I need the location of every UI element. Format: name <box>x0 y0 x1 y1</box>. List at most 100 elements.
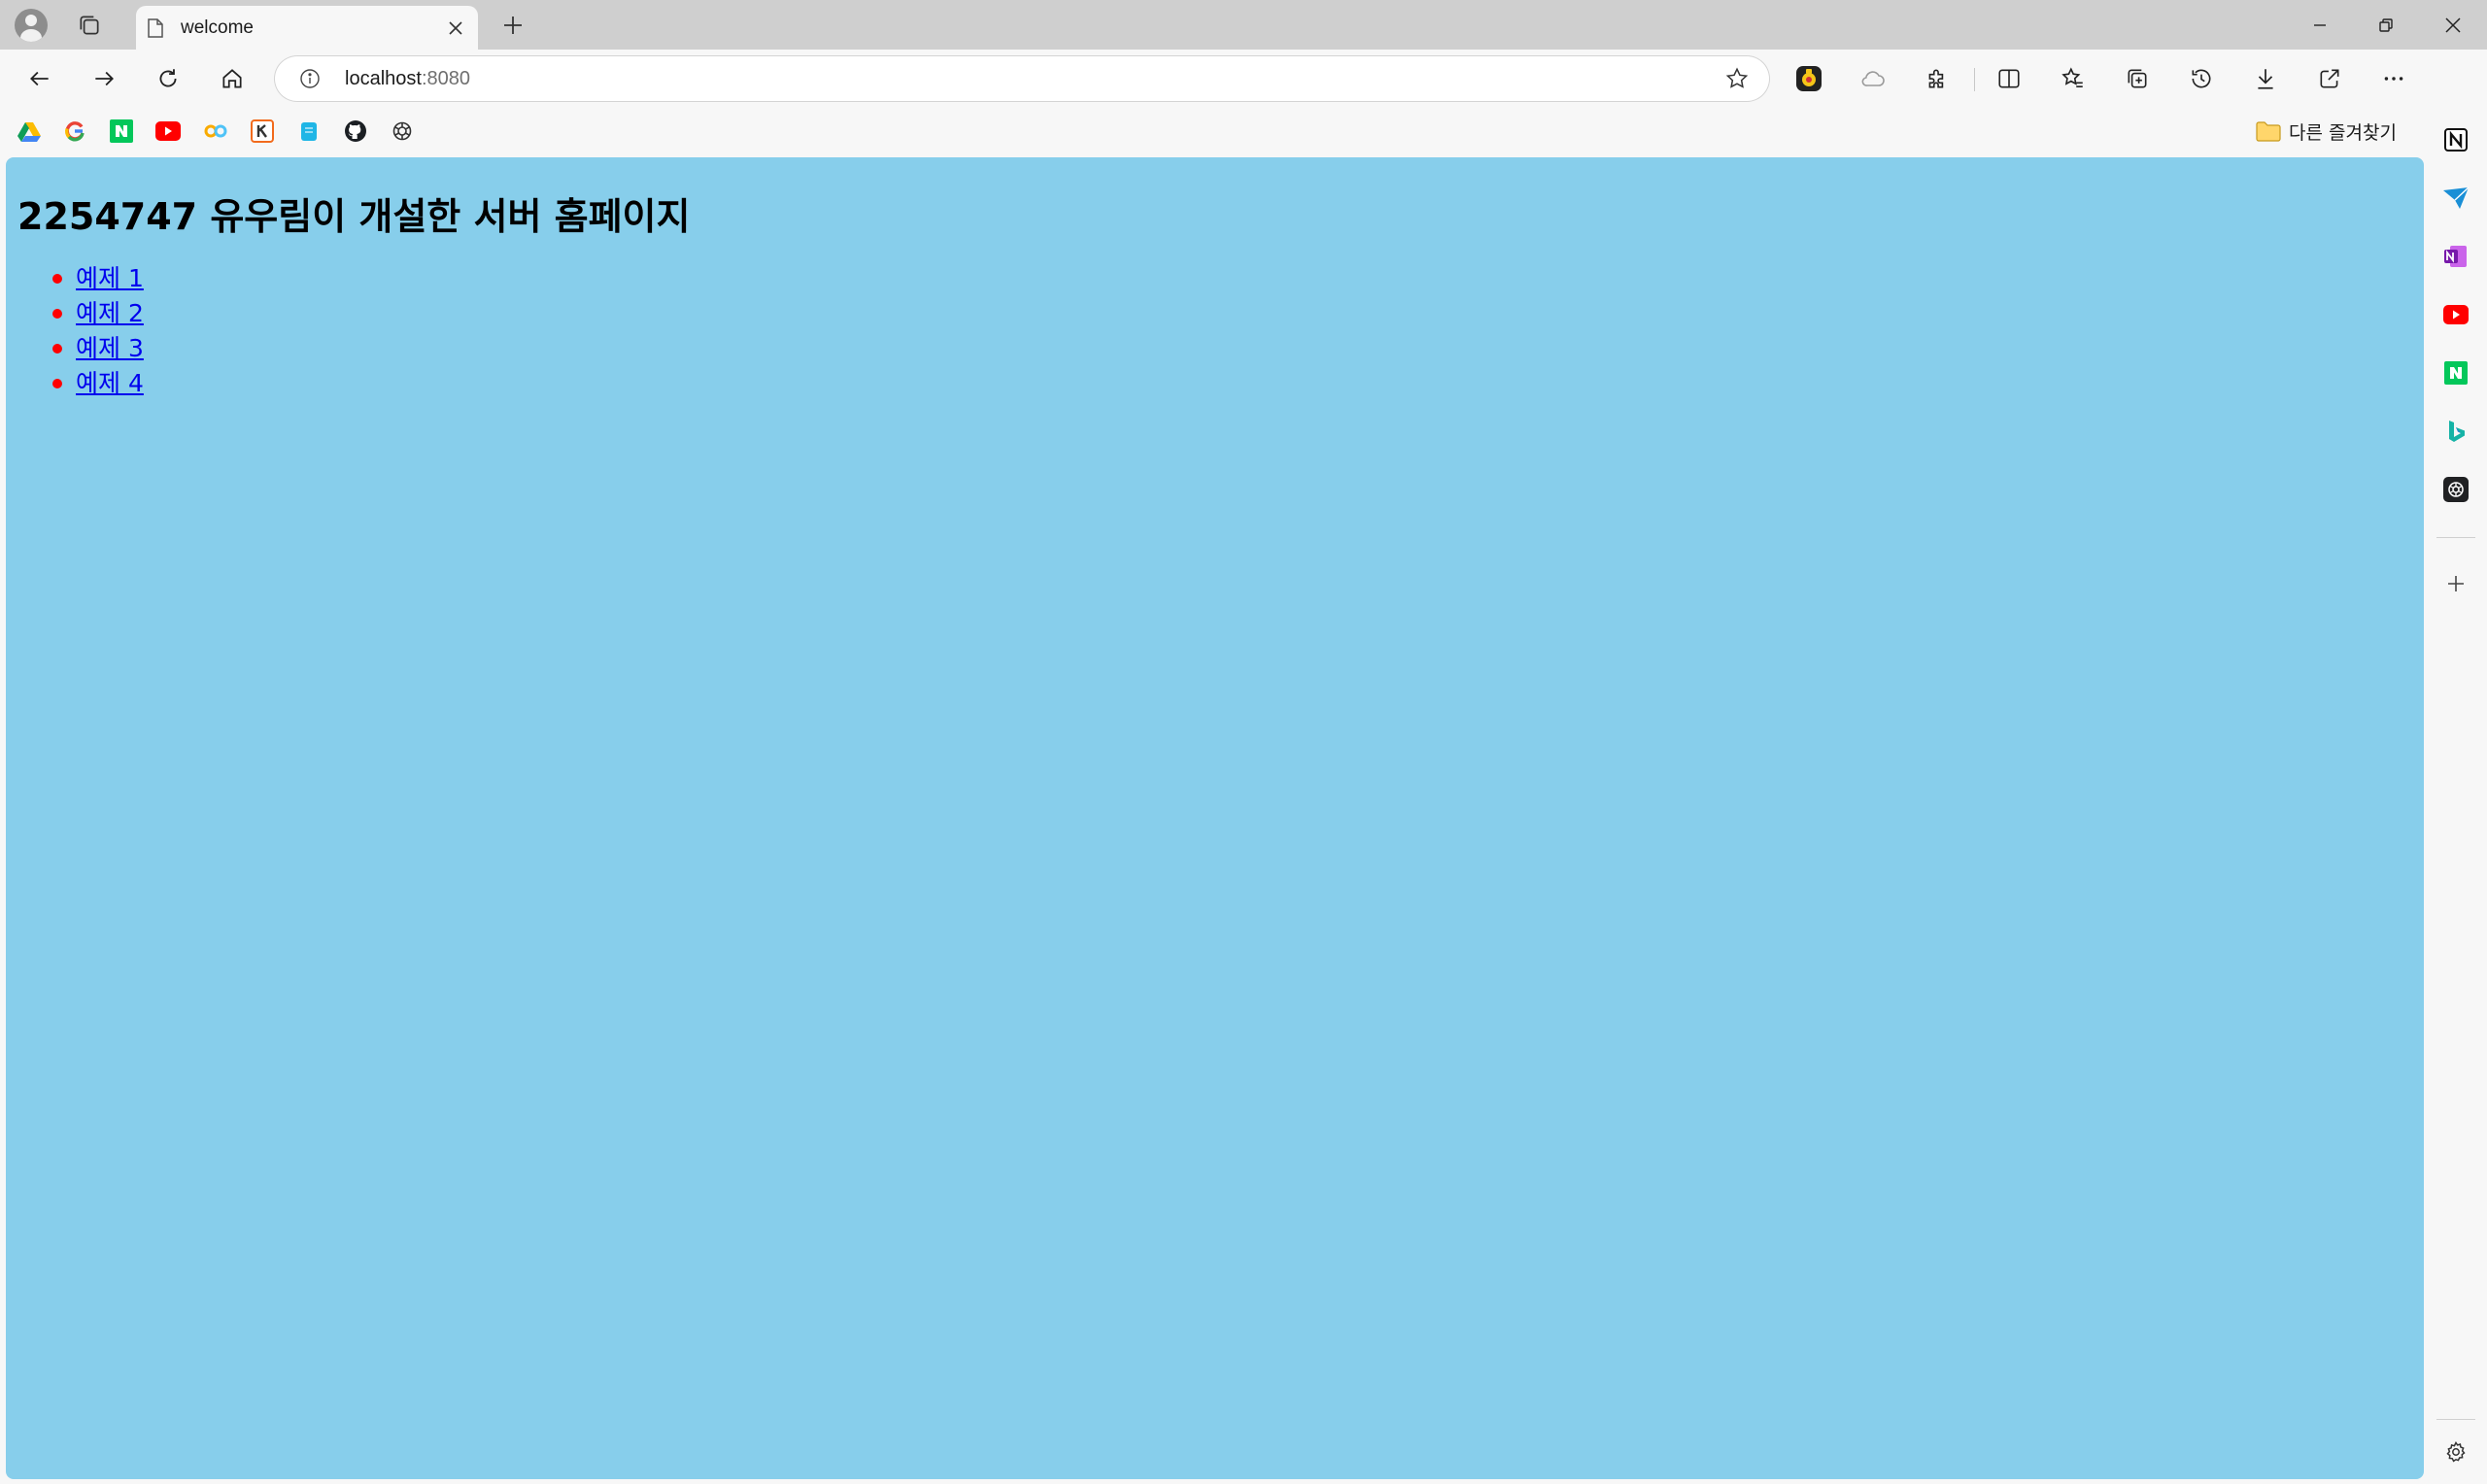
bookmark-github[interactable] <box>343 118 368 144</box>
other-favorites-label: 다른 즐겨찾기 <box>2289 121 2397 144</box>
arrow-left-icon <box>30 71 49 86</box>
plus-icon <box>504 17 522 34</box>
youtube-icon <box>155 121 181 141</box>
navigation-toolbar: localhost:8080 <box>0 50 2487 108</box>
openai-icon <box>392 121 412 141</box>
collections-icon <box>2128 69 2147 88</box>
new-tab-button[interactable] <box>494 6 532 45</box>
folder-icon <box>2256 121 2281 142</box>
notion-icon <box>2444 128 2468 152</box>
sidebar-item-naver[interactable] <box>2438 355 2473 390</box>
bookmark-app[interactable] <box>296 118 322 144</box>
chatgpt-icon <box>2443 477 2469 502</box>
url-host: localhost <box>345 68 422 89</box>
colab-icon <box>204 124 227 138</box>
naver-icon <box>110 119 133 143</box>
bookmark-google[interactable] <box>62 118 87 144</box>
sidebar-item-chatgpt[interactable] <box>2438 472 2473 507</box>
tab-title: welcome <box>181 17 254 38</box>
bookmark-youtube[interactable] <box>155 118 181 144</box>
arrow-right-icon <box>95 71 114 86</box>
sidebar-item-onenote[interactable] <box>2438 239 2473 274</box>
close-icon <box>2445 17 2461 33</box>
profile-avatar-icon <box>15 9 48 42</box>
naver-icon <box>2444 361 2468 385</box>
edge-sidebar <box>2425 50 2487 1484</box>
restore-icon <box>2379 17 2393 32</box>
list-item: 예제 3 <box>52 331 144 366</box>
bookmark-naver[interactable] <box>109 118 134 144</box>
toolbar-divider <box>1974 68 1975 91</box>
sidebar-item-mail[interactable] <box>2438 181 2473 216</box>
collections-button[interactable] <box>2116 59 2159 98</box>
example-link-list: 예제 1 예제 2 예제 3 예제 4 <box>52 261 144 401</box>
bing-icon <box>2449 421 2465 442</box>
page-heading: 2254747 유우림이 개설한 서버 홈페이지 <box>17 195 691 238</box>
forward-button[interactable] <box>83 59 125 98</box>
example-link-4[interactable]: 예제 4 <box>76 369 144 397</box>
split-screen-icon <box>1998 69 2020 88</box>
url-port: :8080 <box>421 68 470 89</box>
workspaces-icon <box>80 16 99 35</box>
share-button[interactable] <box>2308 59 2351 98</box>
sidebar-item-notion[interactable] <box>2438 122 2473 157</box>
tab-welcome[interactable]: welcome <box>136 6 478 50</box>
extension-app-icon <box>1796 66 1822 91</box>
restore-button[interactable] <box>2352 0 2420 50</box>
puzzle-icon <box>1928 69 1944 88</box>
sidebar-item-bing[interactable] <box>2438 414 2473 449</box>
more-horizontal-icon <box>2384 77 2403 81</box>
sidebar-item-youtube[interactable] <box>2438 297 2473 332</box>
url-text[interactable]: localhost:8080 <box>345 56 470 101</box>
add-favorite-button[interactable] <box>1722 64 1752 93</box>
list-item: 예제 4 <box>52 366 144 401</box>
home-button[interactable] <box>211 59 254 98</box>
bookmark-google-drive[interactable] <box>17 118 42 144</box>
bookmark-openai[interactable] <box>390 118 415 144</box>
mail-send-icon <box>2443 186 2470 209</box>
refresh-icon <box>159 69 177 87</box>
sidebar-divider <box>2436 537 2475 538</box>
kakao-k-icon <box>251 119 274 143</box>
history-button[interactable] <box>2180 59 2223 98</box>
youtube-icon <box>2443 305 2469 324</box>
settings-more-button[interactable] <box>2372 59 2415 98</box>
bookmark-kakao[interactable] <box>250 118 275 144</box>
share-icon <box>2320 69 2339 88</box>
profile-button[interactable] <box>6 5 56 46</box>
favorites-button[interactable] <box>2052 59 2095 98</box>
refresh-button[interactable] <box>147 59 189 98</box>
page-viewport: 2254747 유우림이 개설한 서버 홈페이지 예제 1 예제 2 예제 3 … <box>6 157 2424 1479</box>
download-icon <box>2258 69 2273 89</box>
extensions-button[interactable] <box>1916 59 1959 98</box>
back-button[interactable] <box>18 59 61 98</box>
copilot-button[interactable] <box>1852 59 1894 98</box>
extension-app-button[interactable] <box>1788 59 1830 98</box>
onenote-icon <box>2444 246 2467 267</box>
sidebar-add-button[interactable] <box>2438 566 2473 601</box>
list-item: 예제 2 <box>52 296 144 331</box>
minimize-button[interactable] <box>2286 0 2354 50</box>
example-link-3[interactable]: 예제 3 <box>76 334 144 362</box>
google-icon <box>65 121 85 142</box>
close-tab-button[interactable] <box>441 14 470 43</box>
favorites-icon <box>2061 67 2083 87</box>
workspaces-button[interactable] <box>64 5 115 46</box>
split-screen-button[interactable] <box>1988 59 2030 98</box>
example-link-2[interactable]: 예제 2 <box>76 299 144 327</box>
gear-icon <box>2446 1441 2466 1463</box>
other-favorites-folder[interactable]: 다른 즐겨찾기 <box>2256 115 2397 148</box>
app-icon <box>301 122 317 141</box>
example-link-1[interactable]: 예제 1 <box>76 264 144 292</box>
close-window-button[interactable] <box>2419 0 2487 50</box>
star-icon <box>1725 67 1749 88</box>
close-icon <box>449 20 462 35</box>
site-info-button[interactable] <box>296 65 324 92</box>
bookmark-colab[interactable] <box>203 118 228 144</box>
address-bar[interactable]: localhost:8080 <box>275 56 1769 101</box>
favorites-bar: 다른 즐겨찾기 <box>0 108 2429 154</box>
downloads-button[interactable] <box>2244 59 2287 98</box>
home-icon <box>222 69 242 88</box>
sidebar-settings-button[interactable] <box>2438 1434 2473 1469</box>
sidebar-divider <box>2436 1419 2475 1420</box>
